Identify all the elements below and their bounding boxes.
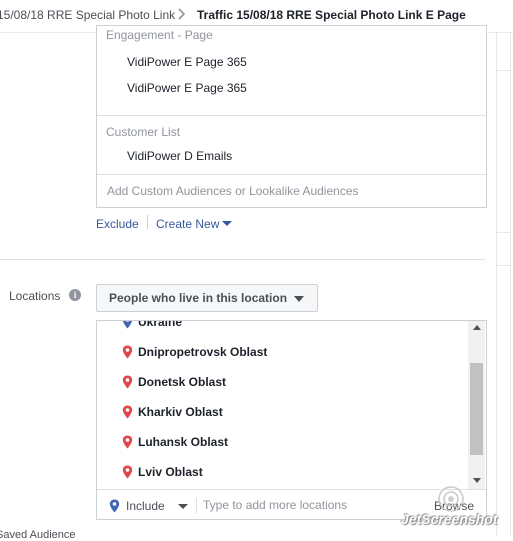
location-pin-icon (122, 465, 133, 479)
saved-audience-partial-label: Saved Audience (0, 529, 76, 541)
right-panel-tick (497, 232, 510, 233)
right-panel-tick (497, 265, 510, 266)
chevron-right-icon (178, 8, 186, 20)
caret-down-icon (294, 296, 304, 302)
audience-item[interactable]: VidiPower E Page 365 (127, 55, 247, 69)
location-search-input[interactable] (203, 495, 418, 515)
customer-list-section-label: Customer List (106, 125, 181, 139)
link-divider (147, 215, 148, 229)
section-divider (97, 115, 486, 116)
breadcrumb-current-ad-set: Traffic 15/08/18 RRE Special Photo Link … (197, 8, 466, 22)
camera-lens-icon (438, 486, 464, 512)
location-name: Dnipropetrovsk Oblast (138, 345, 268, 359)
engagement-section-label: Engagement - Page (106, 28, 213, 42)
location-pin-icon (122, 375, 133, 389)
location-name: Ukraine (138, 321, 183, 329)
right-panel-tick (497, 70, 510, 71)
location-pin-icon (122, 321, 133, 329)
custom-audiences-box[interactable]: Engagement - Page VidiPower E Page 365 V… (96, 25, 487, 208)
location-name: Donetsk Oblast (138, 375, 227, 389)
location-pin-icon (122, 405, 133, 419)
location-type-value: People who live in this location (109, 291, 288, 305)
locations-list: Ukraine Dnipropetrovsk Oblast Donetsk Ob… (97, 321, 467, 489)
info-icon[interactable]: i (69, 289, 81, 301)
section-divider (97, 174, 486, 175)
audience-item[interactable]: VidiPower E Page 365 (127, 81, 247, 95)
location-name: Lviv Oblast (138, 465, 203, 479)
create-new-link[interactable]: Create New (156, 217, 219, 231)
location-pin-icon (109, 499, 120, 513)
scroll-up-arrow-icon[interactable] (473, 325, 481, 330)
scrollbar-thumb[interactable] (470, 363, 483, 455)
breadcrumb-previous-campaign[interactable]: 15/08/18 RRE Special Photo Link (0, 8, 175, 22)
exclude-link[interactable]: Exclude (96, 217, 139, 231)
include-dropdown[interactable]: Include (126, 499, 165, 513)
location-name: Kharkiv Oblast (138, 405, 223, 419)
right-panel-divider (496, 32, 497, 535)
location-pin-icon (122, 345, 133, 359)
audience-item[interactable]: VidiPower D Emails (127, 149, 232, 163)
section-separator (0, 259, 485, 260)
location-name: Luhansk Oblast (138, 435, 229, 449)
location-type-dropdown[interactable]: People who live in this location (96, 284, 318, 312)
right-panel-edge (510, 32, 511, 535)
location-pin-icon (122, 435, 133, 449)
scroll-down-arrow-icon[interactable] (473, 478, 481, 483)
locations-box: Ukraine Dnipropetrovsk Oblast Donetsk Ob… (96, 320, 487, 520)
watermark-text: JetScreenshot (401, 511, 498, 527)
caret-down-icon[interactable] (222, 221, 232, 226)
locations-scrollbar[interactable] (468, 321, 485, 489)
caret-down-icon[interactable] (178, 504, 188, 509)
locations-label: Locations (9, 289, 61, 303)
entry-divider (196, 498, 197, 514)
add-custom-audience-input[interactable]: Add Custom Audiences or Lookalike Audien… (107, 184, 359, 198)
